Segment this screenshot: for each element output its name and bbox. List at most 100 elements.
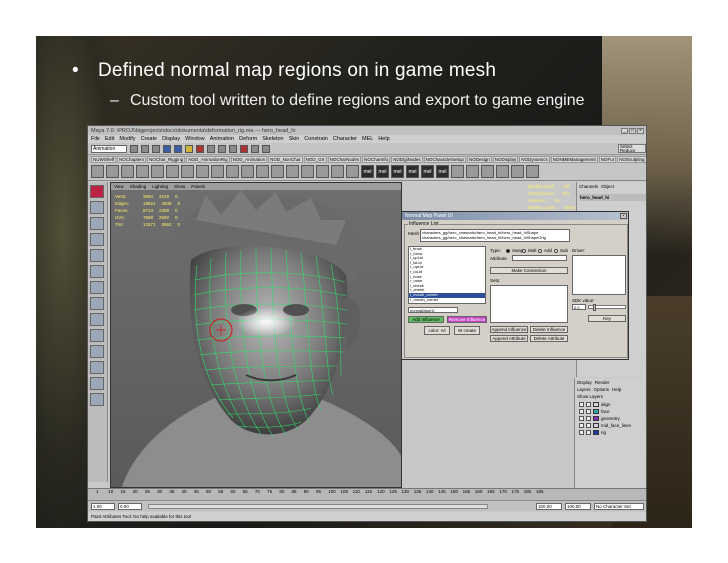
type-radio-add[interactable]: Add	[538, 248, 552, 253]
shelf-tool-icon[interactable]	[241, 165, 254, 178]
viewport-menu-panels[interactable]: Panels	[191, 184, 205, 189]
mel-script-icon[interactable]: mel	[406, 165, 419, 178]
shelf-tab[interactable]: NODisplay	[492, 155, 519, 163]
visibility-toggle[interactable]	[579, 423, 584, 428]
snap-grid-icon[interactable]	[196, 144, 204, 153]
layer-row[interactable]: face	[575, 408, 646, 415]
head-mesh-render[interactable]	[111, 190, 402, 488]
shelf-tool-icon[interactable]	[121, 165, 134, 178]
character-set-select[interactable]: No Character Set	[594, 503, 644, 510]
menu-skeleton[interactable]: Skeleton	[262, 136, 283, 142]
append-influence-button[interactable]: Append Influence	[490, 326, 528, 333]
viewport-menu-lighting[interactable]: Lighting	[152, 184, 168, 189]
layer-color-swatch[interactable]	[593, 416, 599, 421]
shelf-tool-icon[interactable]	[136, 165, 149, 178]
move-tool-icon[interactable]	[90, 233, 104, 246]
select-reduce-button[interactable]: Select Reduce	[618, 144, 646, 153]
dialog-close-button[interactable]: ×	[620, 213, 627, 219]
shelf-tab[interactable]: NOCharNodes	[327, 155, 362, 163]
layer-tab[interactable]: Display	[577, 380, 592, 385]
mel-script-icon[interactable]: mel	[361, 165, 374, 178]
key-button[interactable]: Key	[588, 315, 626, 322]
menu-modify[interactable]: Modify	[119, 136, 135, 142]
shelf-tool-icon[interactable]	[286, 165, 299, 178]
layout-outliner-icon[interactable]	[90, 361, 104, 374]
time-slider[interactable]: 1 10 15 20 25 30 35 40 45 50 55 60 65 70 75 80 85 90 95 100…	[88, 488, 646, 500]
shelf-tool-icon[interactable]	[181, 165, 194, 178]
scale-tool-icon[interactable]	[90, 265, 104, 278]
template-toggle[interactable]	[586, 402, 591, 407]
snap-point-icon[interactable]	[218, 144, 226, 153]
shelf-tool-icon[interactable]	[451, 165, 464, 178]
menu-file[interactable]: File	[91, 136, 100, 142]
layout-hypershade-icon[interactable]	[90, 393, 104, 406]
layout-side-icon[interactable]	[90, 345, 104, 358]
layout-four-icon[interactable]	[90, 329, 104, 342]
save-scene-icon[interactable]	[152, 144, 160, 153]
menu-display[interactable]: Display	[162, 136, 180, 142]
shelf-tool-icon[interactable]	[166, 165, 179, 178]
menu-window[interactable]: Window	[185, 136, 205, 142]
history-icon[interactable]	[229, 144, 237, 153]
open-scene-icon[interactable]	[141, 144, 149, 153]
menu-constrain[interactable]: Constrain	[304, 136, 328, 142]
shelf-tab[interactable]: NOD_AnimationRig	[186, 155, 230, 163]
channel-tab[interactable]: Channels	[579, 184, 598, 189]
mel-script-icon[interactable]: mel	[376, 165, 389, 178]
layer-name[interactable]: geometry	[601, 416, 620, 421]
menu-deform[interactable]: Deform	[239, 136, 257, 142]
minimize-button[interactable]: _	[621, 127, 628, 134]
layer-row[interactable]: align	[575, 401, 646, 408]
shelf-tool-icon[interactable]	[211, 165, 224, 178]
select-component-icon[interactable]	[185, 144, 193, 153]
delete-attribute-button[interactable]: Delete Attribute	[530, 335, 568, 342]
visibility-toggle[interactable]	[579, 409, 584, 414]
menu-animation[interactable]: Animation	[210, 136, 234, 142]
shelf-tab[interactable]: NOChar_Rigging	[147, 155, 186, 163]
shelf-tool-icon[interactable]	[91, 165, 104, 178]
shelf-tab[interactable]: NODigiNodes	[391, 155, 423, 163]
ipr-render-icon[interactable]	[251, 144, 259, 153]
layer-color-swatch[interactable]	[593, 423, 599, 428]
layer-color-swatch[interactable]	[593, 430, 599, 435]
shelf-tab[interactable]: NOD_GX	[303, 155, 327, 163]
driver-list[interactable]	[572, 255, 626, 295]
visibility-toggle[interactable]	[579, 402, 584, 407]
mel-script-icon[interactable]: mel	[391, 165, 404, 178]
type-radio-swap[interactable]: Swap	[506, 248, 523, 253]
visibility-toggle[interactable]	[579, 430, 584, 435]
color-button[interactable]: color: rvl	[424, 326, 450, 335]
delete-influence-button[interactable]: Delete Influence	[530, 326, 568, 333]
render-globals-icon[interactable]	[262, 144, 270, 153]
select-object-icon[interactable]	[174, 144, 182, 153]
layout-single-icon[interactable]	[90, 313, 104, 326]
animation-end-field[interactable]: 100.00	[565, 503, 591, 510]
animation-start-field[interactable]: 0.00	[118, 503, 142, 510]
rotate-tool-icon[interactable]	[90, 249, 104, 262]
shelf-tool-icon[interactable]	[346, 165, 359, 178]
viewport-menu-view[interactable]: View	[114, 184, 124, 189]
shelf-tab[interactable]: NOD_NonChar	[268, 155, 303, 163]
sets-list[interactable]	[490, 285, 568, 323]
manipulator-icon[interactable]	[90, 281, 104, 294]
sdk-value-field[interactable]: 0.0	[572, 304, 586, 310]
layer-name[interactable]: rig	[601, 430, 606, 435]
layer-tab[interactable]: Render	[595, 380, 610, 385]
shelf-tool-icon[interactable]	[331, 165, 344, 178]
select-hierarchy-icon[interactable]	[163, 144, 171, 153]
maximize-button[interactable]: □	[629, 127, 636, 134]
influence-list[interactable]: l_brow r_brow l_upLid l_loLid r_upLid r_loLid…	[408, 246, 486, 304]
new-scene-icon[interactable]	[130, 144, 138, 153]
shelf-tool-icon[interactable]	[466, 165, 479, 178]
lasso-tool-icon[interactable]	[90, 201, 104, 214]
layer-name[interactable]: align	[601, 402, 611, 407]
shelf-tool-icon[interactable]	[226, 165, 239, 178]
type-radio-mult[interactable]: Mult	[522, 248, 537, 253]
menu-set-select[interactable]: Animation	[91, 144, 127, 153]
layer-color-swatch[interactable]	[593, 409, 599, 414]
add-influence-button[interactable]: Add Influence	[408, 316, 444, 323]
shelf-tab[interactable]: NOFur	[598, 155, 617, 163]
mel-script-icon[interactable]: mel	[436, 165, 449, 178]
3d-viewport[interactable]: View Shading Lighting Show Panels Verts:…	[110, 182, 402, 488]
shelf-tool-icon[interactable]	[316, 165, 329, 178]
